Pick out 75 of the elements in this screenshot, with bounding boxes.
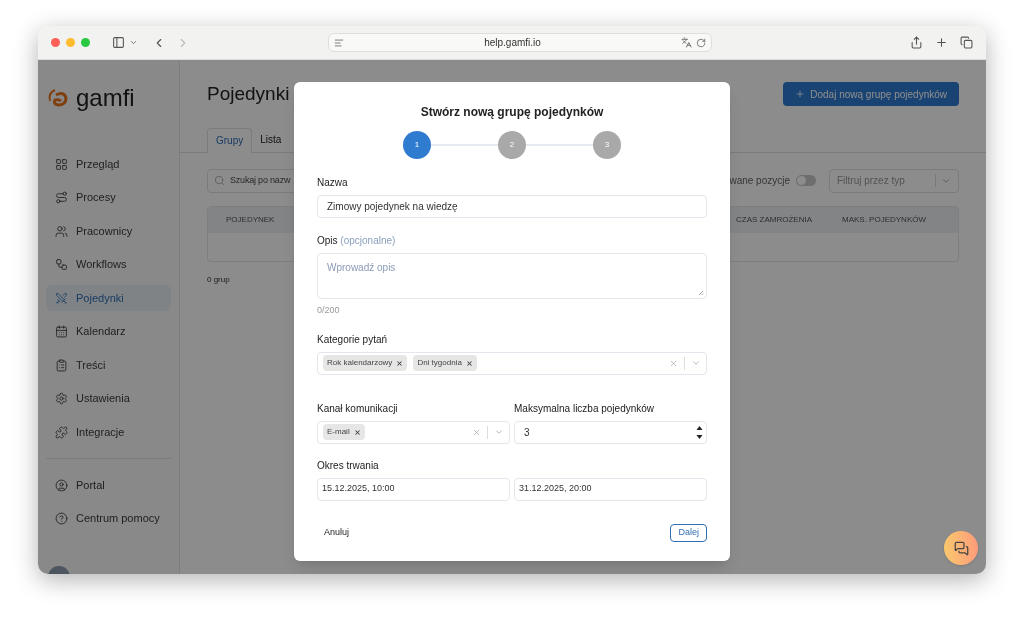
address-bar[interactable]: help.gamfi.io <box>328 33 712 52</box>
tab[interactable]: Lista <box>252 127 290 152</box>
field-label: Okres trwania <box>317 458 380 473</box>
nav-item[interactable]: Procesy <box>46 184 171 211</box>
page-title: Pojedynki <box>207 82 290 106</box>
clear-icon[interactable] <box>669 358 678 368</box>
sidebar-icon[interactable] <box>112 36 125 49</box>
next-button[interactable]: Dalej <box>670 524 707 542</box>
swords-icon <box>55 291 68 305</box>
group-count: 0 grup <box>207 273 231 286</box>
channel-select[interactable]: E-mail <box>317 420 510 444</box>
share-icon[interactable] <box>910 36 923 49</box>
modal-title: Stwórz nową grupę pojedynków <box>420 104 604 121</box>
nav-item[interactable]: Ustawienia <box>46 385 171 412</box>
nav-item[interactable]: Portal <box>46 472 171 498</box>
end-date-field[interactable]: 31.12.2025, 20:00 <box>514 477 707 501</box>
plus-icon <box>795 89 806 100</box>
user-circle-icon <box>55 478 68 492</box>
nav-item[interactable]: Kalendarz <box>46 318 171 345</box>
route-icon <box>55 191 68 204</box>
grid-icon <box>55 157 68 171</box>
calendar-icon <box>55 325 68 338</box>
nav-item[interactable]: Przegląd <box>46 151 171 177</box>
character-counter: 0/200 <box>317 304 341 317</box>
url-text: help.gamfi.io <box>483 36 542 50</box>
column-header: CZAS ZAMROŻENIA <box>735 213 812 226</box>
tag: E-mail <box>323 424 365 440</box>
nav-item[interactable]: Pracownicy <box>46 218 171 244</box>
column-header: MAKS. POJEDYNKÓW <box>842 213 926 226</box>
new-tab-icon[interactable] <box>935 36 948 49</box>
tag: Rok kalendarzowy <box>323 355 408 371</box>
field-label: Opis (opcjonalne) <box>317 234 397 248</box>
resize-handle-icon[interactable] <box>698 290 704 296</box>
column-header: POJEDYNEK <box>226 213 275 226</box>
field-label: Maksymalna liczba pojedynków <box>514 401 656 416</box>
start-date-field[interactable]: 15.12.2025, 10:00 <box>317 477 510 501</box>
page-icon <box>334 37 344 48</box>
clear-icon[interactable] <box>472 427 481 437</box>
toggle-switch[interactable] <box>796 175 816 186</box>
translate-icon[interactable] <box>681 37 692 48</box>
users-icon <box>55 224 68 238</box>
clipboard-icon <box>55 358 68 372</box>
add-group-button[interactable]: Dodaj nową grupę pojedynków <box>783 82 959 107</box>
toggle-label: wane pozycje <box>729 174 790 188</box>
logo-text: gamfi <box>76 86 135 110</box>
spinner-arrows-icon[interactable] <box>696 424 703 440</box>
remove-icon[interactable] <box>353 428 361 436</box>
chevron-down-icon[interactable] <box>129 38 138 47</box>
field-label: Kategorie pytań <box>317 332 389 347</box>
reload-icon[interactable] <box>696 37 706 48</box>
settings-icon <box>55 392 68 405</box>
chevron-down-icon[interactable] <box>494 427 504 437</box>
chevron-down-icon[interactable] <box>691 358 701 368</box>
help-icon <box>55 512 68 525</box>
network-icon <box>55 258 68 271</box>
field-label: Kanał komunikacji <box>317 401 399 416</box>
cancel-button[interactable]: Anuluj <box>317 524 357 542</box>
remove-icon[interactable] <box>396 359 404 367</box>
tab[interactable]: Grupy <box>207 127 253 153</box>
tabs-icon[interactable] <box>960 36 973 49</box>
max-duels-field[interactable]: 3 <box>514 420 707 444</box>
search-icon <box>214 175 225 186</box>
tag: Dni tygodnia <box>413 355 477 371</box>
remove-icon[interactable] <box>465 359 473 367</box>
name-field[interactable]: Zimowy pojedynek na wiedzę <box>317 195 707 218</box>
nav-item[interactable]: Workflows <box>46 251 171 278</box>
nav-item[interactable]: Integracje <box>46 419 171 445</box>
chat-button[interactable] <box>944 531 978 565</box>
puzzle-icon <box>55 425 68 439</box>
chat-icon <box>953 540 969 556</box>
nav-item[interactable]: Centrum pomocy <box>46 505 171 532</box>
nav-item[interactable]: Treści <box>46 352 171 378</box>
categories-select[interactable]: Rok kalendarzowy Dni tygodnia <box>317 351 707 375</box>
description-field[interactable]: Wprowadź opis <box>317 253 707 299</box>
nav-item[interactable]: Pojedynki <box>46 285 171 311</box>
